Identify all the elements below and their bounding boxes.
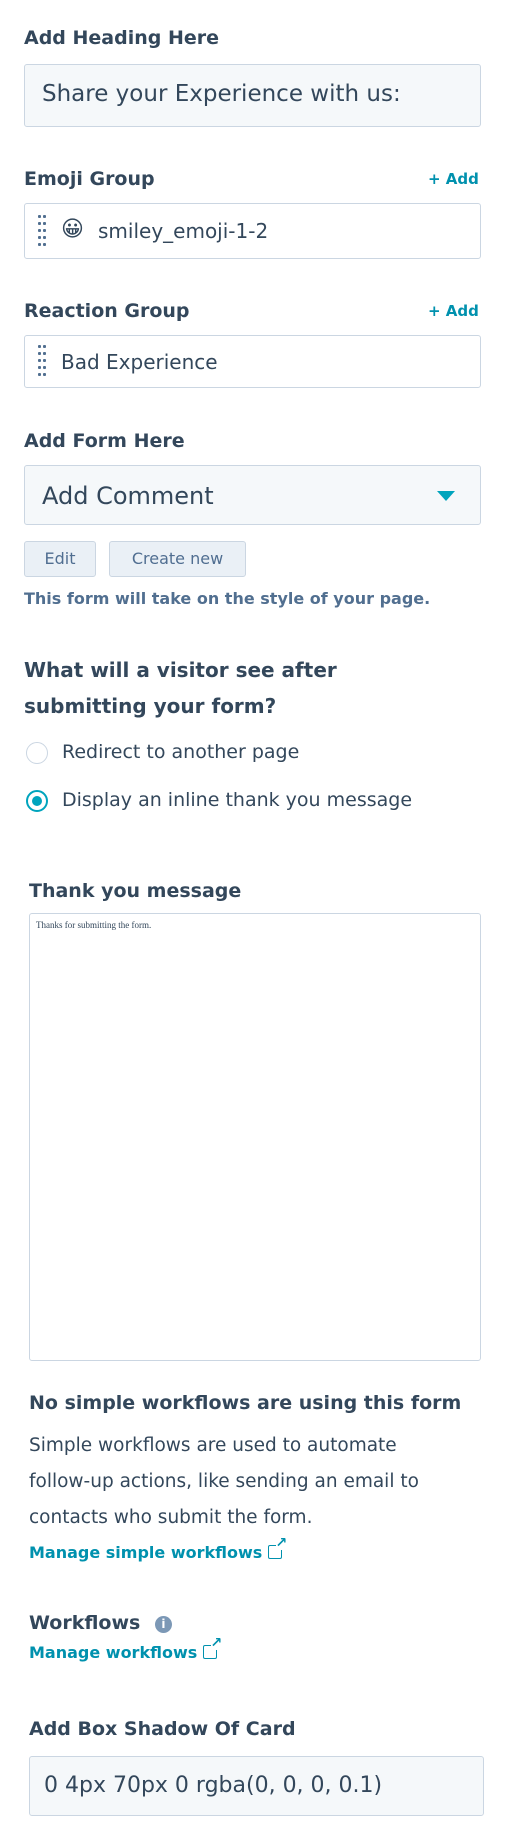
drag-handle-icon[interactable] bbox=[38, 345, 46, 379]
manage-simple-workflows-link[interactable]: Manage simple workflows bbox=[29, 1536, 288, 1562]
emoji-group-item[interactable]: 😀 smiley_emoji-1-2 bbox=[24, 203, 481, 259]
simple-workflows-desc: Simple workflows are used to automate fo… bbox=[29, 1435, 419, 1528]
inline-message-radio[interactable] bbox=[26, 790, 48, 812]
external-link-icon bbox=[268, 1536, 288, 1559]
manage-workflows-label[interactable]: Manage workflows bbox=[29, 1643, 197, 1662]
reaction-group-add-link[interactable]: + Add bbox=[428, 302, 479, 320]
redirect-radio[interactable] bbox=[26, 742, 48, 764]
info-icon[interactable]: i bbox=[154, 1616, 172, 1633]
form-label: Add Form Here bbox=[24, 430, 185, 452]
drag-handle-icon[interactable] bbox=[38, 215, 46, 249]
emoji-group-add-link[interactable]: + Add bbox=[428, 170, 479, 188]
inline-message-option-label[interactable]: Display an inline thank you message bbox=[62, 789, 412, 811]
thank-you-text: Thanks for submitting the form. bbox=[36, 920, 152, 930]
redirect-option-label[interactable]: Redirect to another page bbox=[62, 741, 299, 763]
box-shadow-input[interactable]: 0 4px 70px 0 rgba(0, 0, 0, 0.1) bbox=[29, 1756, 484, 1816]
form-style-note: This form will take on the style of your… bbox=[24, 589, 431, 608]
heading-label: Add Heading Here bbox=[24, 27, 220, 49]
caret-down-icon bbox=[437, 491, 455, 501]
create-new-form-button[interactable]: Create new bbox=[109, 541, 246, 577]
workflows-label: Workflows i bbox=[29, 1612, 172, 1634]
thank-you-editor[interactable]: Thanks for submitting the form. bbox=[29, 913, 481, 1361]
simple-workflows-title: No simple workflows are using this form bbox=[29, 1392, 462, 1414]
manage-simple-workflows-label[interactable]: Manage simple workflows bbox=[29, 1543, 262, 1562]
heading-input[interactable]: Share your Experience with us: bbox=[24, 64, 481, 127]
after-submit-question: What will a visitor see after submitting… bbox=[24, 658, 337, 718]
box-shadow-value: 0 4px 70px 0 rgba(0, 0, 0, 0.1) bbox=[44, 1773, 383, 1798]
manage-workflows-link[interactable]: Manage workflows bbox=[29, 1636, 223, 1662]
reaction-group-label: Reaction Group bbox=[24, 300, 190, 322]
smiley-emoji-icon: 😀 bbox=[61, 217, 84, 242]
box-shadow-label: Add Box Shadow Of Card bbox=[29, 1718, 296, 1740]
external-link-icon bbox=[203, 1636, 223, 1659]
emoji-group-label: Emoji Group bbox=[24, 168, 155, 190]
heading-input-value: Share your Experience with us: bbox=[42, 81, 401, 107]
workflows-label-text: Workflows bbox=[29, 1612, 141, 1634]
edit-form-button[interactable]: Edit bbox=[24, 541, 96, 577]
reaction-group-item-label: Bad Experience bbox=[61, 350, 218, 374]
emoji-group-item-label: smiley_emoji-1-2 bbox=[98, 219, 269, 243]
reaction-group-item[interactable]: Bad Experience bbox=[24, 335, 481, 388]
thank-you-label: Thank you message bbox=[29, 880, 242, 902]
form-select[interactable]: Add Comment bbox=[24, 465, 481, 525]
form-select-value: Add Comment bbox=[42, 482, 214, 510]
